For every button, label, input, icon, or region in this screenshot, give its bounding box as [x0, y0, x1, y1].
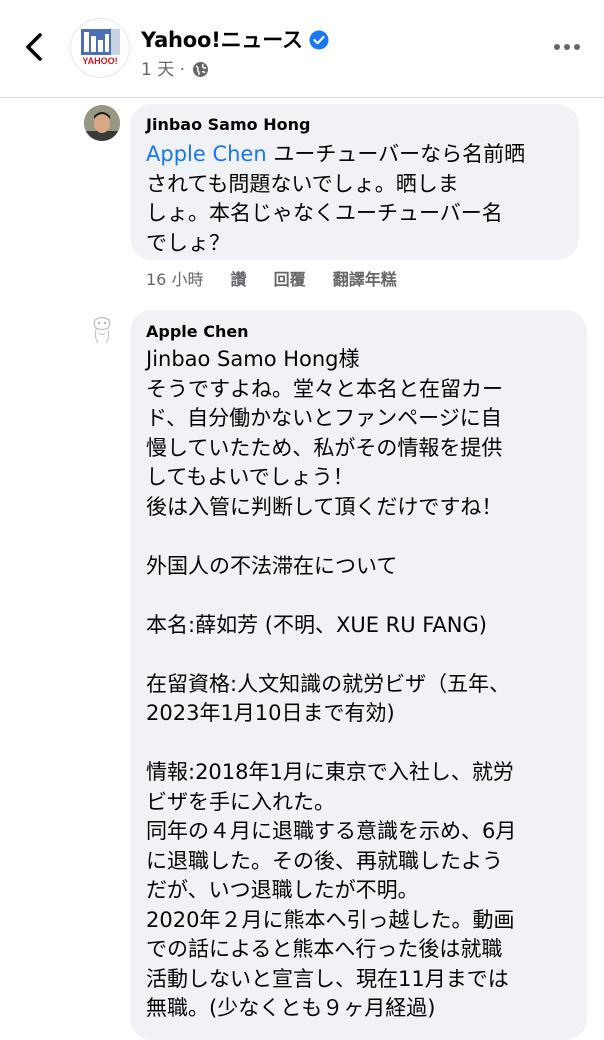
comment-actions: 16 小時 讚 回覆 翻譯年糕: [146, 266, 419, 290]
comment-author[interactable]: Jinbao Samo Hong: [146, 115, 310, 134]
more-options-icon[interactable]: [554, 40, 582, 54]
verified-badge-icon: [309, 30, 329, 50]
page-name-text[interactable]: Yahoo!ニュース: [141, 28, 303, 52]
comment-bubble: Apple Chen Jinbao Samo Hong様 そうですよね。堂々と本…: [130, 310, 587, 1040]
globe-icon: [193, 62, 209, 77]
yahoo-news-logo: YAHOO!: [81, 29, 120, 66]
comment-text: Jinbao Samo Hong様 そうですよね。堂々と本名と在留カー ド、自分…: [146, 347, 517, 1020]
commenter-avatar[interactable]: [84, 311, 120, 347]
comment-time[interactable]: 16 小時: [146, 266, 203, 290]
avatar-illustration: [85, 312, 119, 346]
page-avatar[interactable]: YAHOO!: [70, 18, 130, 78]
post-time[interactable]: 1 天: [141, 60, 174, 80]
meta-separator: ·: [179, 60, 186, 80]
post-header: YAHOO! Yahoo!ニュース 1 天 ·: [0, 0, 604, 98]
back-arrow-icon[interactable]: [20, 30, 50, 64]
translate-button[interactable]: 翻譯年糕: [333, 266, 397, 290]
like-button[interactable]: 讚: [231, 266, 247, 290]
logo-text: YAHOO!: [82, 56, 117, 66]
mention-link[interactable]: Apple Chen: [146, 142, 267, 166]
post-meta: 1 天 ·: [141, 55, 209, 80]
comment-text: Apple Chen ユーチューバーなら名前晒 されても問題ないでしょ。晒しま …: [146, 140, 566, 258]
reply-button[interactable]: 回覆: [274, 266, 306, 290]
page-name[interactable]: Yahoo!ニュース: [141, 24, 329, 54]
comment-bubble: Jinbao Samo Hong Apple Chen ユーチューバーなら名前晒…: [130, 104, 579, 260]
comment-author[interactable]: Apple Chen: [146, 322, 249, 341]
commenter-avatar[interactable]: [84, 105, 120, 141]
avatar-photo: [84, 105, 120, 141]
